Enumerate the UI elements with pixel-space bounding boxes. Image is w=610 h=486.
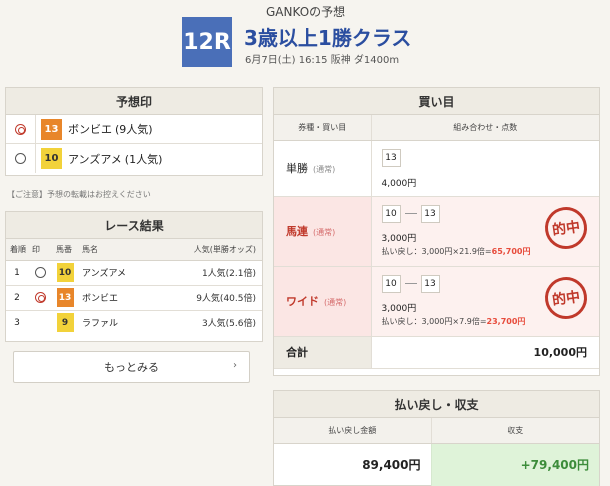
bet-type: ワイド (通常) xyxy=(274,266,372,337)
horse-number: 9 xyxy=(56,313,74,333)
bet-type-sub: (通常) xyxy=(313,165,336,174)
horse-name: ボンビエ xyxy=(78,285,152,311)
race-header: 12R GANKOの予想 3歳以上1勝クラス 6月7日(土) 16:15 阪神 … xyxy=(0,0,610,82)
notice-text: 【ご注意】予想の転載はお控えください xyxy=(7,190,151,199)
prediction-row: 13 ボンビエ (9人気) xyxy=(6,115,262,144)
total-value: 10,000円 xyxy=(371,336,599,369)
combo-number: 10 xyxy=(381,274,401,293)
profit-amount: +79,400円 xyxy=(430,443,599,486)
combo-number: 13 xyxy=(420,274,440,293)
bet-detail: 13 4,000円 xyxy=(371,140,600,197)
bets-title: 買い目 xyxy=(274,88,599,115)
more-button-label: もっとみる xyxy=(104,361,159,374)
col-horse: 馬名 xyxy=(78,239,152,261)
bet-detail: 10 13 3,000円 払い戻し：3,000円×21.9倍=65,700円 的中 xyxy=(371,196,599,267)
results-table: 着順 印 馬番 馬名 人気(単勝オッズ) 1 10 アンズアメ 1人気(2.1倍) 2 1… xyxy=(6,239,262,335)
payout-table: 払い戻し金額 収支 89,400円 +79,400円 xyxy=(274,418,599,486)
col-bet-type: 券種・買い目 xyxy=(274,115,372,141)
col-profit: 収支 xyxy=(430,418,599,444)
prediction-title: 予想印 xyxy=(6,88,262,115)
result-row: 2 13 ボンビエ 9人気(40.5倍) xyxy=(6,285,262,311)
finish-rank: 2 xyxy=(6,285,28,311)
circle-mark-icon xyxy=(34,267,46,278)
result-row: 1 10 アンズアメ 1人気(2.1倍) xyxy=(6,260,262,286)
col-combo: 組み合わせ・点数 xyxy=(371,115,599,141)
horse-number: 10 xyxy=(41,148,62,169)
total-row: 合計 10,000円 xyxy=(274,336,599,369)
result-mark xyxy=(28,310,52,335)
prediction-mark xyxy=(6,115,36,143)
combo-number: 10 xyxy=(381,204,401,223)
finish-rank: 1 xyxy=(6,260,28,286)
results-title: レース結果 xyxy=(6,212,262,239)
bet-type-sub: (通常) xyxy=(324,298,347,307)
bet-type-label: ワイド xyxy=(286,295,319,308)
bet-row: ワイド (通常) 10 13 3,000円 払い戻し：3,000円×7.9倍=23,700… xyxy=(274,266,599,337)
result-number-cell: 10 xyxy=(52,260,78,286)
total-label: 合計 xyxy=(274,336,372,369)
bet-type-label: 単勝 xyxy=(286,162,308,175)
dash-separator xyxy=(404,283,417,284)
circle-mark-icon xyxy=(15,153,26,164)
horse-popularity: (9人気) xyxy=(115,123,153,136)
horse-popularity: 9人気(40.5倍) xyxy=(151,285,262,311)
bets-table: 券種・買い目 組み合わせ・点数 単勝 (通常) 13 4,000円馬連 (通常) 10 13… xyxy=(274,115,599,369)
result-number-cell: 9 xyxy=(52,310,78,335)
horse-name: アンズアメ xyxy=(78,260,152,286)
payout-title: 払い戻し・収支 xyxy=(274,391,599,418)
horse-popularity: (1人気) xyxy=(124,152,163,166)
horse-name: ラファル xyxy=(82,319,119,330)
horse-number: 13 xyxy=(41,118,62,140)
horse-name: ボンビエ xyxy=(68,123,112,136)
bets-panel: 買い目 券種・買い目 組み合わせ・点数 単勝 (通常) 13 4,000円馬連 (通常)… xyxy=(273,87,600,376)
bet-combination: 13 xyxy=(381,148,600,167)
col-mark: 印 xyxy=(28,239,52,261)
combo-number: 13 xyxy=(420,204,440,223)
prediction-panel: 予想印 13 ボンビエ (9人気) 10 アンズアメ (1人気) xyxy=(5,87,263,176)
col-popularity: 人気(単勝オッズ) xyxy=(151,239,262,261)
horse-popularity: 3人気(5.6倍) xyxy=(201,319,256,330)
horse-number: 10 xyxy=(56,263,74,282)
bet-detail: 10 13 3,000円 払い戻し：3,000円×7.9倍=23,700円 的中 xyxy=(371,266,599,337)
combo-number: 13 xyxy=(381,148,401,167)
race-title: 3歳以上1勝クラス xyxy=(244,26,412,50)
col-num: 馬番 xyxy=(52,239,78,261)
prediction-mark xyxy=(6,144,36,173)
predictor-name: GANKOの予想 xyxy=(266,5,346,19)
return-value: 65,700円 xyxy=(491,246,531,256)
bet-type: 単勝 (通常) xyxy=(274,140,372,197)
bet-row: 馬連 (通常) 10 13 3,000円 払い戻し：3,000円×21.9倍=65,700… xyxy=(274,196,599,267)
bet-type-label: 馬連 xyxy=(286,225,308,238)
dash-separator xyxy=(404,213,417,214)
result-mark xyxy=(28,260,52,286)
horse-name: アンズアメ xyxy=(68,152,122,166)
bet-type: 馬連 (通常) xyxy=(274,196,372,267)
race-number-badge: 12R xyxy=(182,17,232,67)
finish-rank: 3 xyxy=(14,317,20,328)
bet-row: 単勝 (通常) 13 4,000円 xyxy=(274,140,600,197)
result-mark xyxy=(28,285,52,311)
payout-panel: 払い戻し・収支 払い戻し金額 収支 89,400円 +79,400円 xyxy=(273,390,600,486)
bet-amount: 4,000円 xyxy=(381,178,417,189)
bet-type-sub: (通常) xyxy=(313,228,336,237)
refund-amount: 89,400円 xyxy=(362,458,421,473)
more-button[interactable]: もっとみる › xyxy=(13,351,250,383)
chevron-right-icon: › xyxy=(233,360,237,371)
double-circle-mark-icon xyxy=(15,123,26,135)
horse-number: 13 xyxy=(56,288,74,307)
result-row: 3 9 ラファル 3人気(5.6倍) xyxy=(6,310,262,335)
return-formula: 払い戻し：3,000円×21.9倍= xyxy=(381,246,492,256)
race-meta: 6月7日(土) 16:15 阪神 ダ1400m xyxy=(245,55,400,66)
prediction-row: 10 アンズアメ (1人気) xyxy=(6,144,262,173)
return-formula: 払い戻し：3,000円×7.9倍= xyxy=(381,316,487,326)
col-refund: 払い戻し金額 xyxy=(274,418,431,444)
col-rank: 着順 xyxy=(6,239,28,261)
return-value: 23,700円 xyxy=(486,316,526,326)
double-circle-mark-icon xyxy=(34,292,46,303)
horse-popularity: 1人気(2.1倍) xyxy=(151,260,262,286)
result-number-cell: 13 xyxy=(52,285,78,311)
results-panel: レース結果 着順 印 馬番 馬名 人気(単勝オッズ) 1 10 アンズアメ 1人気(2… xyxy=(5,211,263,342)
